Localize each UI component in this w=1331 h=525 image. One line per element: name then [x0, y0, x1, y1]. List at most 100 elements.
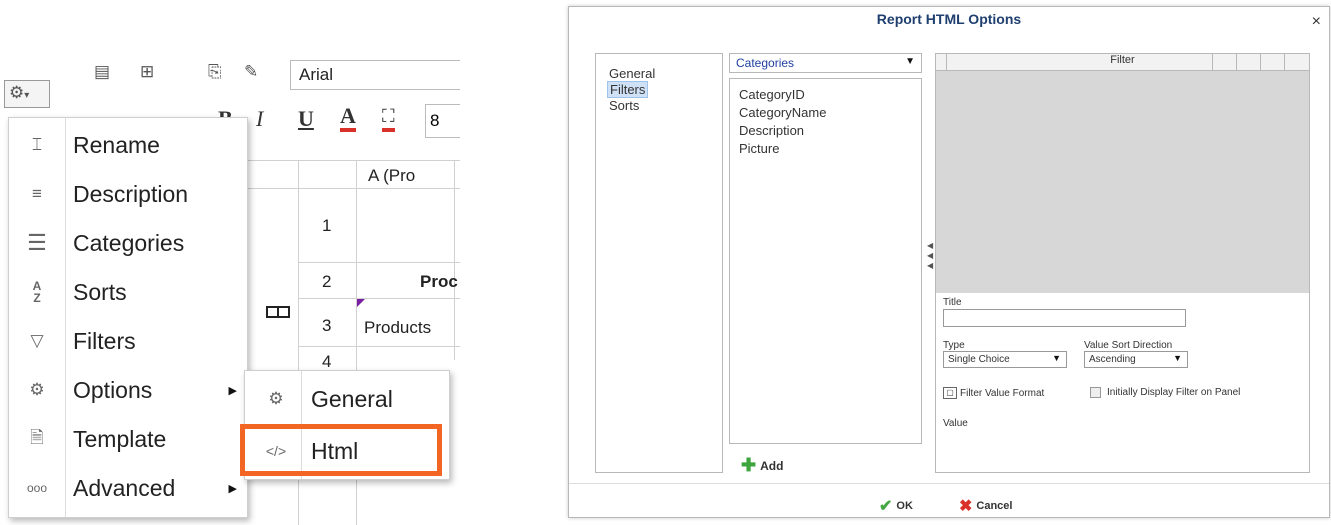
- menu-item-sorts[interactable]: AZ Sorts: [9, 267, 249, 317]
- add-button[interactable]: ✚ Add: [741, 455, 783, 476]
- menu-item-rename[interactable]: ⌶ Rename: [9, 120, 249, 170]
- filter-value-format-button[interactable]: ▢ Filter Value Format: [943, 387, 1044, 399]
- row-number: 4: [322, 352, 332, 371]
- dialog-footer: ✔ OK ✖ Cancel: [569, 483, 1329, 518]
- list-item[interactable]: CategoryID: [739, 87, 805, 102]
- context-menu: ⌶ Rename ≡ Description ☰ Categories AZ S…: [8, 117, 248, 518]
- format-painter-icon[interactable]: ⎘: [208, 62, 222, 82]
- gear-menu-button[interactable]: ⚙▾: [4, 80, 50, 108]
- gear-icon: ⚙: [9, 83, 25, 102]
- menu-item-label: Filters: [73, 327, 136, 354]
- filter-grid-header: Filter: [936, 54, 1309, 71]
- title-input[interactable]: [943, 309, 1186, 327]
- options-gear-icon: ⚙: [29, 380, 45, 399]
- value-label: Value: [943, 418, 968, 429]
- gear-icon: ⚙: [268, 389, 284, 408]
- sort-direction-label: Value Sort Direction: [1084, 340, 1173, 351]
- filter-panel: Filter Title Type Single Choice ▼ Value …: [935, 53, 1310, 473]
- initially-display-label: Initially Display Filter on Panel: [1107, 387, 1241, 398]
- menu-item-categories[interactable]: ☰ Categories: [9, 218, 249, 268]
- brush-icon[interactable]: ✎: [244, 62, 258, 82]
- italic-button[interactable]: I: [256, 106, 263, 132]
- filter-icon: ▽: [30, 331, 44, 350]
- title-label: Title: [943, 297, 962, 308]
- row-number: 2: [322, 272, 332, 291]
- sort-direction-value: Ascending: [1089, 354, 1136, 365]
- cancel-button[interactable]: ✖ Cancel: [959, 496, 1012, 516]
- chevron-down-icon: ▼: [1173, 353, 1182, 363]
- category-select[interactable]: Categories ▼: [729, 53, 922, 73]
- filter-value-format-label: Filter Value Format: [960, 387, 1045, 399]
- report-html-options-dialog: Report HTML Options × General Filters So…: [568, 6, 1330, 518]
- menu-item-filters[interactable]: ▽ Filters: [9, 316, 249, 366]
- sort-direction-select[interactable]: Ascending ▼: [1084, 351, 1188, 368]
- layout-icon[interactable]: ▤: [94, 62, 110, 82]
- menu-item-label: Sorts: [73, 278, 127, 305]
- list-item[interactable]: Picture: [739, 141, 779, 156]
- ok-button[interactable]: ✔ OK: [879, 496, 913, 516]
- list-item[interactable]: Description: [739, 123, 804, 138]
- filter-header-label: Filter: [1110, 54, 1135, 66]
- menu-item-advanced[interactable]: ooo Advanced ▶: [9, 463, 249, 513]
- plus-icon: ✚: [741, 455, 757, 475]
- dialog-title: Report HTML Options: [876, 11, 1022, 27]
- type-select[interactable]: Single Choice ▼: [943, 351, 1067, 368]
- report-editor-pane: ▤ ⊞ ⎘ ✎ Arial ⚙▾ B I U A ⛶ 8 A (Pro 1 2 …: [0, 0, 460, 525]
- font-color-button[interactable]: A: [340, 104, 356, 132]
- checkbox[interactable]: [1090, 387, 1101, 398]
- font-size-field[interactable]: 8: [425, 104, 460, 138]
- menu-item-label: Advanced: [73, 474, 176, 501]
- filter-grid[interactable]: [936, 71, 1309, 293]
- format-icon: ▢: [943, 387, 957, 399]
- nav-item-sorts[interactable]: Sorts: [609, 98, 639, 113]
- menu-item-options[interactable]: ⚙ Options ▶: [9, 365, 249, 415]
- field-list: CategoryID CategoryName Description Pict…: [729, 78, 922, 444]
- insert-icon[interactable]: ⊞: [140, 62, 154, 82]
- highlight-box: [240, 424, 442, 476]
- collapse-arrows-icon[interactable]: ◀ ◀ ◀: [927, 241, 933, 271]
- nav-item-filters[interactable]: Filters: [607, 81, 649, 98]
- add-label: Add: [760, 458, 784, 473]
- submenu-item-general[interactable]: ⚙ General: [245, 374, 451, 424]
- nav-item-general[interactable]: General: [609, 66, 655, 81]
- menu-item-label: Categories: [73, 229, 185, 256]
- category-select-value: Categories: [736, 56, 795, 70]
- description-icon: ≡: [32, 184, 42, 203]
- menu-item-description[interactable]: ≡ Description: [9, 169, 249, 219]
- list-item[interactable]: CategoryName: [739, 105, 826, 120]
- close-icon[interactable]: ×: [1312, 13, 1321, 31]
- menu-item-label: Description: [73, 180, 189, 207]
- menu-item-label: Rename: [73, 131, 160, 158]
- template-icon: 🗎: [30, 427, 44, 447]
- chevron-down-icon: ▼: [905, 56, 915, 67]
- chevron-right-icon: ▶: [228, 384, 237, 397]
- ok-label: OK: [896, 500, 913, 512]
- type-label: Type: [943, 340, 965, 351]
- categories-icon: ☰: [27, 230, 47, 255]
- menu-item-label: Template: [73, 425, 167, 452]
- font-name-field[interactable]: Arial: [290, 60, 460, 90]
- checkmark-icon: ✔: [879, 498, 893, 515]
- menu-item-label: Options: [73, 376, 153, 403]
- type-select-value: Single Choice: [948, 354, 1010, 365]
- merge-cells-icon[interactable]: [266, 306, 290, 318]
- column-header[interactable]: A (Pro: [368, 166, 415, 186]
- menu-item-template[interactable]: 🗎 Template: [9, 414, 249, 464]
- cell-comment-marker: [357, 299, 365, 307]
- cell-value[interactable]: Products: [364, 318, 431, 338]
- chevron-right-icon: ▶: [228, 482, 237, 495]
- close-x-icon: ✖: [959, 498, 973, 515]
- paint-bucket-icon[interactable]: ⛶: [382, 104, 395, 132]
- chevron-down-icon: ▼: [1052, 353, 1061, 363]
- initially-display-checkbox[interactable]: Initially Display Filter on Panel: [1090, 387, 1240, 398]
- options-nav: General Filters Sorts: [595, 53, 723, 473]
- cell-value[interactable]: Proc: [420, 272, 458, 292]
- row-number: 3: [322, 316, 332, 335]
- underline-button[interactable]: U: [298, 106, 314, 132]
- row-number: 1: [322, 216, 332, 235]
- cancel-label: Cancel: [976, 500, 1013, 512]
- submenu-item-label: General: [311, 385, 393, 412]
- sort-az-icon: AZ: [32, 279, 42, 305]
- chevron-down-icon: ▾: [24, 90, 30, 101]
- ellipsis-icon: ooo: [26, 481, 48, 495]
